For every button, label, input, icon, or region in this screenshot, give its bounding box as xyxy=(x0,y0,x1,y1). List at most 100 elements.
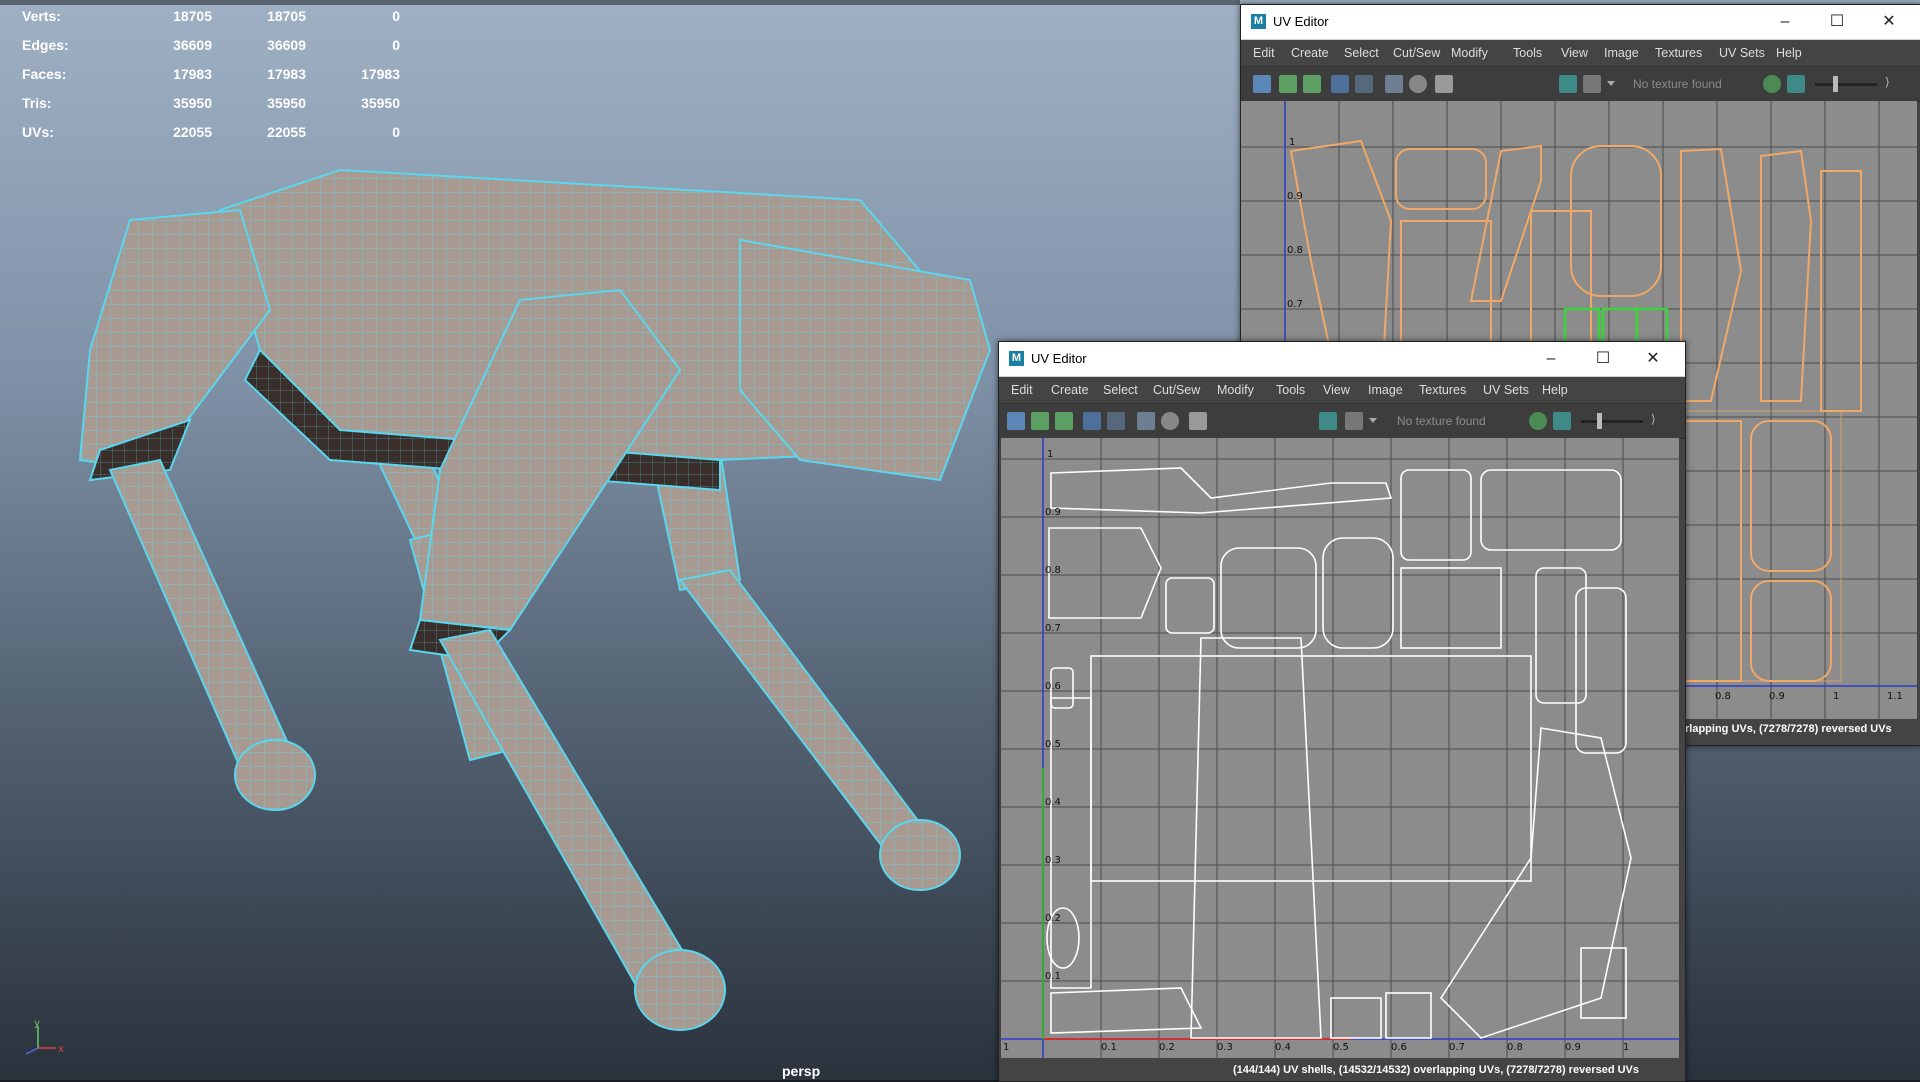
uv-shell xyxy=(1750,420,1832,572)
uv-shell xyxy=(1670,410,1842,682)
menu-create[interactable]: Create xyxy=(1291,46,1329,60)
exposure-slider[interactable] xyxy=(1815,83,1877,86)
titlebar[interactable]: M UV Editor – ☐ ✕ xyxy=(1241,5,1920,40)
mesh-part xyxy=(634,949,726,1031)
image-display-icon[interactable] xyxy=(1319,412,1337,430)
uv-tool-icon[interactable] xyxy=(1083,412,1101,430)
menu-modify[interactable]: Modify xyxy=(1451,46,1488,60)
uv-v-label: 0.9 xyxy=(1045,507,1061,518)
camera-label: persp xyxy=(782,1063,821,1079)
uv-v-label: 1 xyxy=(1047,449,1053,460)
uv-shell xyxy=(1570,145,1662,297)
uv-axis-label: 1.1 xyxy=(1887,691,1903,702)
uv-tool-icon[interactable] xyxy=(1107,412,1125,430)
dropdown-arrow-icon[interactable] xyxy=(1369,418,1377,423)
menu-cut-sew[interactable]: Cut/Sew xyxy=(1153,383,1200,397)
uv-axis-label: 0.8 xyxy=(1287,245,1303,256)
menu-textures[interactable]: Textures xyxy=(1655,46,1702,60)
uv-u-label: 0.8 xyxy=(1507,1042,1523,1053)
uv-shell xyxy=(1680,420,1742,682)
checker-icon[interactable] xyxy=(1345,412,1363,430)
menu-view[interactable]: View xyxy=(1323,383,1350,397)
menu-help[interactable]: Help xyxy=(1776,46,1802,60)
uv-tool-icon[interactable] xyxy=(1331,75,1349,93)
shaded-icon[interactable] xyxy=(1409,75,1427,93)
hud-value: 35950 xyxy=(173,95,212,111)
uv-u-label: 0.2 xyxy=(1159,1042,1175,1053)
axis-gizmo: y x xyxy=(16,1018,66,1063)
titlebar[interactable]: M UV Editor – ☐ ✕ xyxy=(999,342,1685,377)
maximize-button[interactable]: ☐ xyxy=(1813,5,1861,39)
uv-canvas-front[interactable]: 1 0.9 0.8 0.7 0.6 0.5 0.4 0.3 0.2 0.1 1 … xyxy=(1001,438,1679,1058)
slider-handle[interactable] xyxy=(1597,413,1602,429)
uv-tool-icon[interactable] xyxy=(1355,75,1373,93)
checker-icon[interactable] xyxy=(1583,75,1601,93)
gamma-icon[interactable] xyxy=(1787,75,1805,93)
menu-edit[interactable]: Edit xyxy=(1011,383,1033,397)
menu-tools[interactable]: Tools xyxy=(1276,383,1305,397)
shaded-icon[interactable] xyxy=(1161,412,1179,430)
exposure-icon[interactable] xyxy=(1763,75,1781,93)
menu-image[interactable]: Image xyxy=(1604,46,1639,60)
uv-axis-label: 0.7 xyxy=(1287,299,1303,310)
uv-shell xyxy=(1400,567,1502,649)
uv-tool-icon[interactable] xyxy=(1031,412,1049,430)
dropdown-arrow-icon[interactable] xyxy=(1607,81,1615,86)
menu-edit[interactable]: Edit xyxy=(1253,46,1275,60)
slider-handle[interactable] xyxy=(1833,76,1838,92)
uv-axis-label: 0.9 xyxy=(1287,191,1303,202)
menubar: Edit Create Select Cut/Sew Modify Tools … xyxy=(999,377,1685,403)
minimize-button[interactable]: – xyxy=(1761,5,1809,39)
uv-axis-label: 1 xyxy=(1289,137,1295,148)
menu-cut-sew[interactable]: Cut/Sew xyxy=(1393,46,1440,60)
close-button[interactable]: ✕ xyxy=(1629,342,1677,376)
maximize-button[interactable]: ☐ xyxy=(1579,342,1627,376)
window-title: UV Editor xyxy=(1031,351,1087,366)
uv-tool-icon[interactable] xyxy=(1253,75,1271,93)
menu-image[interactable]: Image xyxy=(1368,383,1403,397)
uv-shell xyxy=(1575,587,1627,754)
close-button[interactable]: ✕ xyxy=(1865,5,1913,39)
menu-help[interactable]: Help xyxy=(1542,383,1568,397)
minimize-button[interactable]: – xyxy=(1527,342,1575,376)
menu-create[interactable]: Create xyxy=(1051,383,1089,397)
menu-select[interactable]: Select xyxy=(1344,46,1379,60)
uv-v-label: 0.4 xyxy=(1045,797,1061,808)
image-display-icon[interactable] xyxy=(1559,75,1577,93)
mesh-part xyxy=(234,739,316,811)
menubar: Edit Create Select Cut/Sew Modify Tools … xyxy=(1241,40,1920,66)
uv-tool-icon[interactable] xyxy=(1055,412,1073,430)
exposure-slider[interactable] xyxy=(1581,420,1643,423)
hud-value: 0 xyxy=(392,8,400,24)
uv-shell xyxy=(1820,170,1862,412)
mesh-part xyxy=(879,819,961,891)
menu-uv-sets[interactable]: UV Sets xyxy=(1719,46,1765,60)
hud-value: 35950 xyxy=(267,95,306,111)
uv-v-label: 0.3 xyxy=(1045,855,1061,866)
uv-tool-icon[interactable] xyxy=(1279,75,1297,93)
menu-view[interactable]: View xyxy=(1561,46,1588,60)
menu-uv-sets[interactable]: UV Sets xyxy=(1483,383,1529,397)
viewport-toolbar-strip xyxy=(0,0,1240,5)
uv-u-label: 1 xyxy=(1003,1042,1009,1053)
uv-editor-window-front[interactable]: M UV Editor – ☐ ✕ Edit Create Select Cut… xyxy=(998,341,1686,1082)
exposure-icon[interactable] xyxy=(1529,412,1547,430)
camera-icon[interactable] xyxy=(1189,412,1207,430)
grid-icon[interactable] xyxy=(1385,75,1403,93)
uv-shell xyxy=(1535,567,1587,704)
menu-tools[interactable]: Tools xyxy=(1513,46,1542,60)
menu-textures[interactable]: Textures xyxy=(1419,383,1466,397)
hud-value: 18705 xyxy=(267,8,306,24)
expand-icon[interactable]: ⟩ xyxy=(1651,412,1663,430)
camera-icon[interactable] xyxy=(1435,75,1453,93)
robot-dog-mesh[interactable] xyxy=(40,150,1000,1050)
menu-select[interactable]: Select xyxy=(1103,383,1138,397)
grid-icon[interactable] xyxy=(1137,412,1155,430)
gamma-icon[interactable] xyxy=(1553,412,1571,430)
menu-modify[interactable]: Modify xyxy=(1217,383,1254,397)
expand-icon[interactable]: ⟩ xyxy=(1885,75,1897,93)
hud-value: 17983 xyxy=(361,66,400,82)
uv-tool-icon[interactable] xyxy=(1007,412,1025,430)
uv-u-label: 0.9 xyxy=(1565,1042,1581,1053)
uv-tool-icon[interactable] xyxy=(1303,75,1321,93)
